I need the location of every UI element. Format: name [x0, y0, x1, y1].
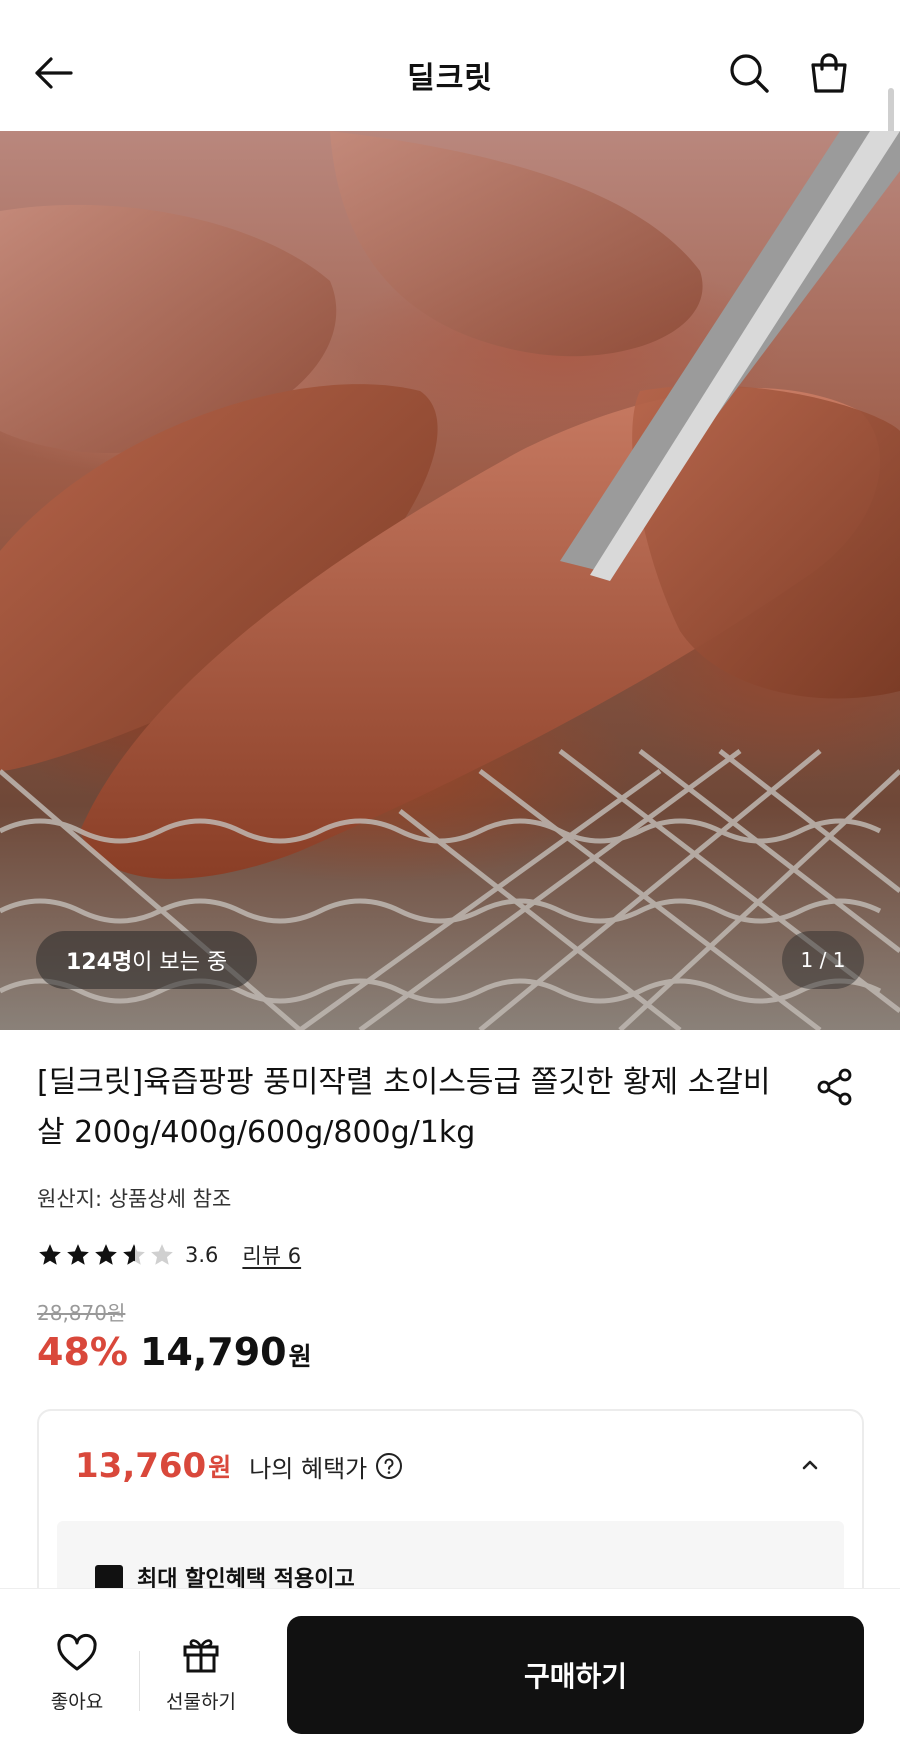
search-button[interactable]	[724, 48, 774, 98]
bottom-action-bar: 좋아요 선물하기 구매하기	[0, 1588, 900, 1758]
star-empty-icon	[151, 1244, 173, 1265]
benefit-currency: 원	[208, 1453, 232, 1482]
like-button[interactable]: 좋아요	[32, 1631, 122, 1731]
gift-label: 선물하기	[166, 1691, 236, 1713]
shopping-bag-icon	[811, 53, 847, 93]
sale-price: 14,790	[139, 1330, 287, 1374]
star-rating	[37, 1242, 175, 1268]
viewer-count: 124명	[66, 950, 133, 975]
star-full-icon	[67, 1244, 89, 1265]
buy-button[interactable]: 구매하기	[287, 1616, 864, 1734]
like-label: 좋아요	[50, 1691, 104, 1713]
gift-button[interactable]: 선물하기	[156, 1631, 246, 1731]
review-link[interactable]: 리뷰 6	[242, 1240, 301, 1270]
share-icon	[817, 1068, 852, 1106]
share-button[interactable]	[810, 1062, 860, 1112]
viewer-count-badge: 124명 이 보는 중	[36, 931, 258, 989]
discount-rate: 48%	[37, 1330, 128, 1374]
rating-row: 3.6 리뷰 6	[37, 1240, 301, 1270]
star-full-icon	[39, 1244, 61, 1265]
origin-info: 원산지: 상품상세 참조	[37, 1187, 232, 1211]
top-app-bar: 딜크릿	[0, 0, 900, 198]
benefit-header[interactable]: 13,760 원 나의 혜택가	[39, 1411, 862, 1521]
rating-value: 3.6	[185, 1243, 219, 1267]
product-title: [딜크릿]육즙팡팡 풍미작렬 초이스등급 쫄깃한 황제 소갈비살 200g/40…	[37, 1065, 771, 1150]
currency-unit: 원	[288, 1342, 312, 1371]
image-page-indicator: 1 / 1	[782, 931, 864, 989]
original-price: 28,870원	[37, 1301, 126, 1325]
help-icon[interactable]	[375, 1452, 403, 1480]
product-image[interactable]: 124명 이 보는 중 1 / 1	[0, 131, 900, 1030]
star-full-icon	[95, 1244, 117, 1265]
price-row: 48% 14,790 원	[37, 1330, 312, 1374]
chevron-up-icon[interactable]	[798, 1453, 822, 1477]
grill-pattern	[0, 748, 900, 1030]
benefit-price: 13,760	[75, 1446, 207, 1486]
heart-icon	[57, 1633, 97, 1671]
benefit-label: 나의 혜택가	[249, 1454, 368, 1483]
gift-icon	[183, 1639, 219, 1673]
viewer-suffix: 이 보는 중	[132, 950, 228, 975]
star-half-icon	[123, 1244, 145, 1265]
search-icon	[730, 54, 769, 93]
cart-button[interactable]	[804, 48, 854, 98]
divider	[139, 1651, 140, 1711]
